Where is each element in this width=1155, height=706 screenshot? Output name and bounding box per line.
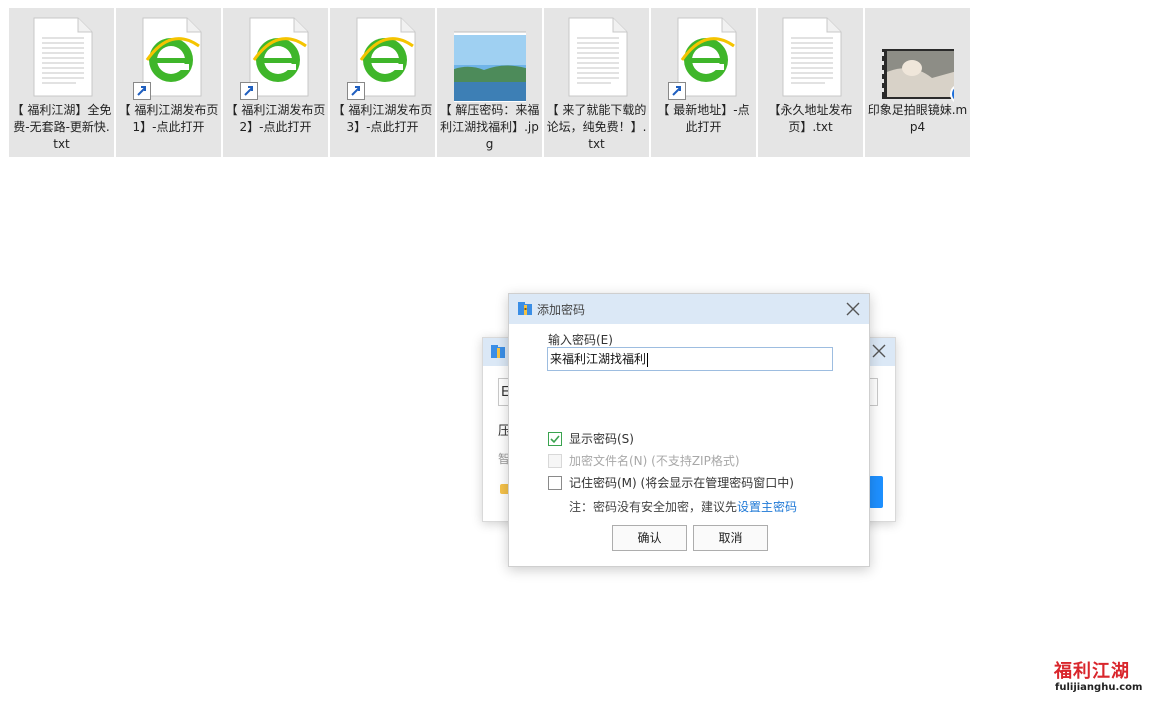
show-password-label: 显示密码(S) xyxy=(569,432,634,446)
shortcut-arrow-icon xyxy=(132,82,151,100)
close-icon[interactable] xyxy=(870,342,888,360)
security-note: 注：密码没有安全加密，建议先设置主密码 xyxy=(569,500,798,514)
ie-shortcut-icon xyxy=(667,12,740,102)
file-label: 【 福利江湖发布页1】-点此打开 xyxy=(118,103,219,134)
set-master-password-link[interactable]: 设置主密码 xyxy=(737,500,797,514)
file-label: 【 来了就能下载的论坛，纯免费！】.txt xyxy=(546,103,647,151)
file-label: 【 福利江湖】全免费-无套路-更新快.txt xyxy=(11,103,112,151)
text-file-icon xyxy=(26,12,98,102)
show-password-checkbox[interactable]: 显示密码(S) xyxy=(548,430,634,447)
shortcut-arrow-icon xyxy=(239,82,258,100)
text-caret xyxy=(647,352,649,367)
watermark-logo: 福利江湖 fulijianghu.com xyxy=(1052,651,1148,695)
video-thumbnail-icon xyxy=(875,12,972,104)
file-item[interactable]: 【 来了就能下载的论坛，纯免费！】.txt xyxy=(544,8,649,157)
ie-shortcut-icon xyxy=(132,12,205,102)
watermark-url: fulijianghu.com xyxy=(1055,682,1143,693)
remember-password-label: 记住密码(M) (将会显示在管理密码窗口中) xyxy=(569,476,794,490)
file-label: 【 福利江湖发布页3】-点此打开 xyxy=(332,103,433,134)
add-password-dialog: 添加密码 输入密码(E) 来福利江湖找福利 显示密码(S) 加密文件名(N) (… xyxy=(508,293,870,567)
dialog-titlebar: 添加密码 xyxy=(509,294,869,324)
text-file-icon xyxy=(775,12,847,102)
remember-password-checkbox[interactable]: 记住密码(M) (将会显示在管理密码窗口中) xyxy=(548,474,794,491)
file-label: 【 解压密码：来福利江湖找福利】.jpg xyxy=(439,103,540,151)
file-item[interactable]: 【 福利江湖发布页3】-点此打开 xyxy=(330,8,435,157)
background-primary-button[interactable] xyxy=(869,476,883,508)
file-item[interactable]: 【 解压密码：来福利江湖找福利】.jpg xyxy=(437,8,542,157)
file-item[interactable]: 【 最新地址】-点此打开 xyxy=(651,8,756,157)
ie-shortcut-icon xyxy=(346,12,419,102)
watermark-title: 福利江湖 xyxy=(1054,661,1130,682)
file-item[interactable]: 【 福利江湖】全免费-无套路-更新快.txt xyxy=(9,8,114,157)
password-input[interactable]: 来福利江湖找福利 xyxy=(547,347,833,371)
file-label: 【永久地址发布页】.txt xyxy=(768,103,853,134)
file-item[interactable]: 印象足拍眼镜妹.mp4 xyxy=(865,8,972,157)
file-label: 【 福利江湖发布页2】-点此打开 xyxy=(225,103,326,134)
file-item[interactable]: 【 福利江湖发布页1】-点此打开 xyxy=(116,8,221,157)
dialog-title: 添加密码 xyxy=(537,303,586,317)
cancel-button[interactable]: 取消 xyxy=(693,525,768,551)
password-value: 来福利江湖找福利 xyxy=(550,352,647,366)
checkbox-checked-icon xyxy=(548,431,562,446)
file-label: 【 最新地址】-点此打开 xyxy=(657,103,750,134)
file-grid: 【 福利江湖】全免费-无套路-更新快.txt 【 福利江湖发布页1】-点此打开 … xyxy=(9,8,972,157)
close-icon[interactable] xyxy=(844,300,862,318)
shortcut-arrow-icon xyxy=(346,82,365,100)
checkbox-unchecked-icon xyxy=(548,475,562,490)
shortcut-arrow-icon xyxy=(667,82,686,100)
archive-icon xyxy=(491,345,505,358)
encrypt-filenames-label: 加密文件名(N) (不支持ZIP格式) xyxy=(569,454,740,468)
checkbox-disabled-icon xyxy=(548,453,562,468)
file-item[interactable]: 【 福利江湖发布页2】-点此打开 xyxy=(223,8,328,157)
file-label: 印象足拍眼镜妹.mp4 xyxy=(867,103,968,134)
image-thumbnail-icon xyxy=(439,12,540,105)
confirm-button[interactable]: 确认 xyxy=(612,525,687,551)
text-file-icon xyxy=(561,12,633,102)
encrypt-filenames-checkbox[interactable]: 加密文件名(N) (不支持ZIP格式) xyxy=(548,452,740,469)
desktop: 【 福利江湖】全免费-无套路-更新快.txt 【 福利江湖发布页1】-点此打开 … xyxy=(0,0,1155,706)
file-item[interactable]: 【永久地址发布页】.txt xyxy=(758,8,863,157)
ie-shortcut-icon xyxy=(239,12,312,102)
password-label: 输入密码(E) xyxy=(548,333,613,347)
archive-icon xyxy=(518,302,532,315)
